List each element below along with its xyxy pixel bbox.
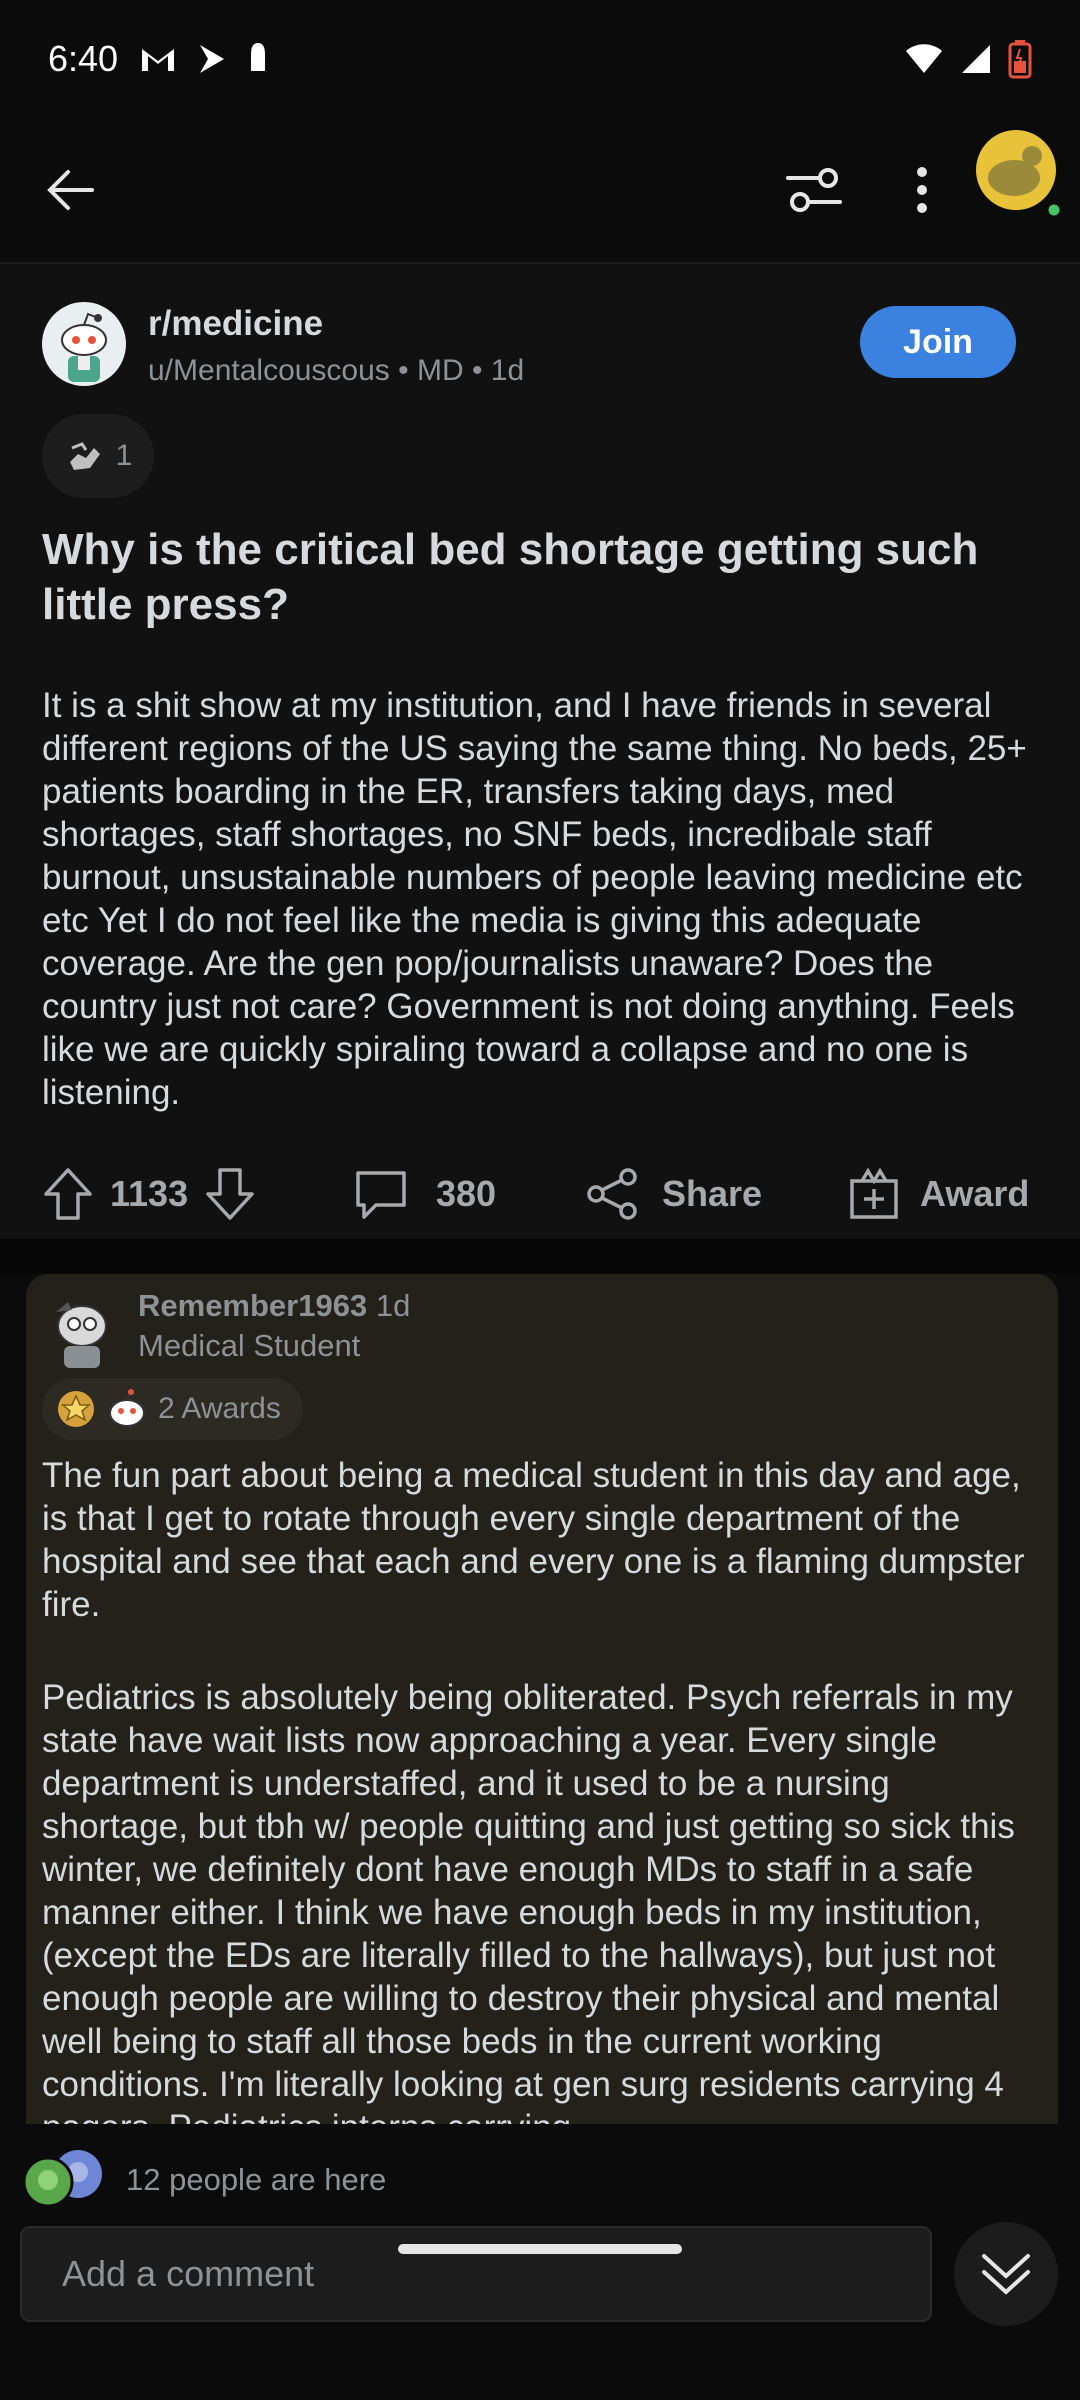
share-icon bbox=[587, 1168, 637, 1220]
section-divider bbox=[0, 1239, 1080, 1273]
gift-icon bbox=[850, 1167, 898, 1219]
join-button[interactable]: Join bbox=[860, 306, 1016, 378]
add-comment-input[interactable] bbox=[20, 2226, 932, 2322]
comment-count: 380 bbox=[436, 1173, 497, 1214]
bottom-comment-bar: 12 people are here bbox=[0, 2124, 1080, 2400]
post-award-count: 1 bbox=[115, 439, 133, 472]
subreddit-avatar[interactable] bbox=[42, 302, 126, 386]
post-author-meta[interactable]: u/Mentalcouscous • MD • 1d bbox=[148, 354, 524, 388]
home-indicator[interactable] bbox=[398, 2244, 682, 2254]
vote-count: 1133 bbox=[110, 1173, 189, 1214]
presence-avatar-icon bbox=[22, 2150, 102, 2208]
filter-icon[interactable] bbox=[782, 158, 846, 222]
top-app-bar bbox=[0, 118, 1080, 264]
snoo-icon bbox=[61, 312, 107, 382]
next-comment-button[interactable] bbox=[954, 2222, 1058, 2326]
share-button[interactable]: Share bbox=[586, 1154, 762, 1234]
subreddit-name[interactable]: r/medicine bbox=[148, 304, 323, 344]
post-actions-bar: 1133 380 Share Award bbox=[0, 1154, 1080, 1234]
comment-awards-label: 2 Awards bbox=[158, 1392, 281, 1425]
back-arrow-icon[interactable] bbox=[40, 158, 104, 222]
comment-paragraph: Pediatrics is absolutely being obliterat… bbox=[42, 1678, 1015, 2124]
comment-card[interactable]: Remember1963 1d Medical Student 2 Awards… bbox=[26, 1274, 1058, 2124]
play-icon bbox=[200, 45, 225, 73]
comment-paragraph: The fun part about being a medical stude… bbox=[42, 1456, 1025, 1624]
more-vert-icon[interactable] bbox=[894, 158, 950, 222]
post-award-chip[interactable]: 1 bbox=[42, 414, 154, 498]
status-right bbox=[904, 39, 1032, 79]
comment-awards-chip[interactable]: 2 Awards bbox=[42, 1378, 303, 1440]
battery-icon bbox=[1008, 40, 1032, 79]
downvote-icon[interactable] bbox=[204, 1166, 256, 1222]
award-label: Award bbox=[920, 1173, 1030, 1214]
wifi-icon bbox=[906, 44, 942, 73]
comment-body: The fun part about being a medical stude… bbox=[42, 1454, 1042, 2124]
status-bar: 6:40 bbox=[0, 0, 1080, 118]
post-title: Why is the critical bed shortage getting… bbox=[42, 525, 979, 629]
user-avatar-icon[interactable] bbox=[974, 128, 1064, 218]
comment-age: 1d bbox=[375, 1288, 411, 1323]
gold-star-award-icon bbox=[58, 1391, 94, 1427]
alert-icon bbox=[251, 43, 266, 71]
comment-author-line[interactable]: Remember1963 1d bbox=[138, 1288, 410, 1324]
user-flair: Medical Student bbox=[138, 1328, 361, 1363]
status-time: 6:40 bbox=[48, 38, 119, 79]
snoo-award-icon bbox=[109, 1389, 145, 1427]
status-left: 6:40 bbox=[48, 38, 268, 80]
double-chevron-down-icon bbox=[982, 2254, 1030, 2295]
comment-username[interactable]: Remember1963 bbox=[138, 1288, 367, 1323]
vote-group: 1133 bbox=[42, 1154, 256, 1234]
presence-avatars bbox=[22, 2148, 106, 2208]
presence-text: 12 people are here bbox=[126, 2162, 387, 2197]
comments-button[interactable]: 380 bbox=[354, 1154, 496, 1234]
signal-icon bbox=[962, 45, 990, 73]
post-card: r/medicine u/Mentalcouscous • MD • 1d Jo… bbox=[0, 264, 1080, 1239]
gmail-icon bbox=[142, 49, 175, 71]
comment-icon bbox=[356, 1171, 406, 1219]
helpful-award-icon bbox=[69, 442, 100, 470]
share-label: Share bbox=[662, 1173, 763, 1214]
commenter-avatar[interactable] bbox=[42, 1292, 122, 1372]
upvote-icon[interactable] bbox=[42, 1166, 94, 1222]
post-body: It is a shit show at my institution, and… bbox=[42, 686, 1027, 1112]
award-button[interactable]: Award bbox=[848, 1154, 1029, 1234]
